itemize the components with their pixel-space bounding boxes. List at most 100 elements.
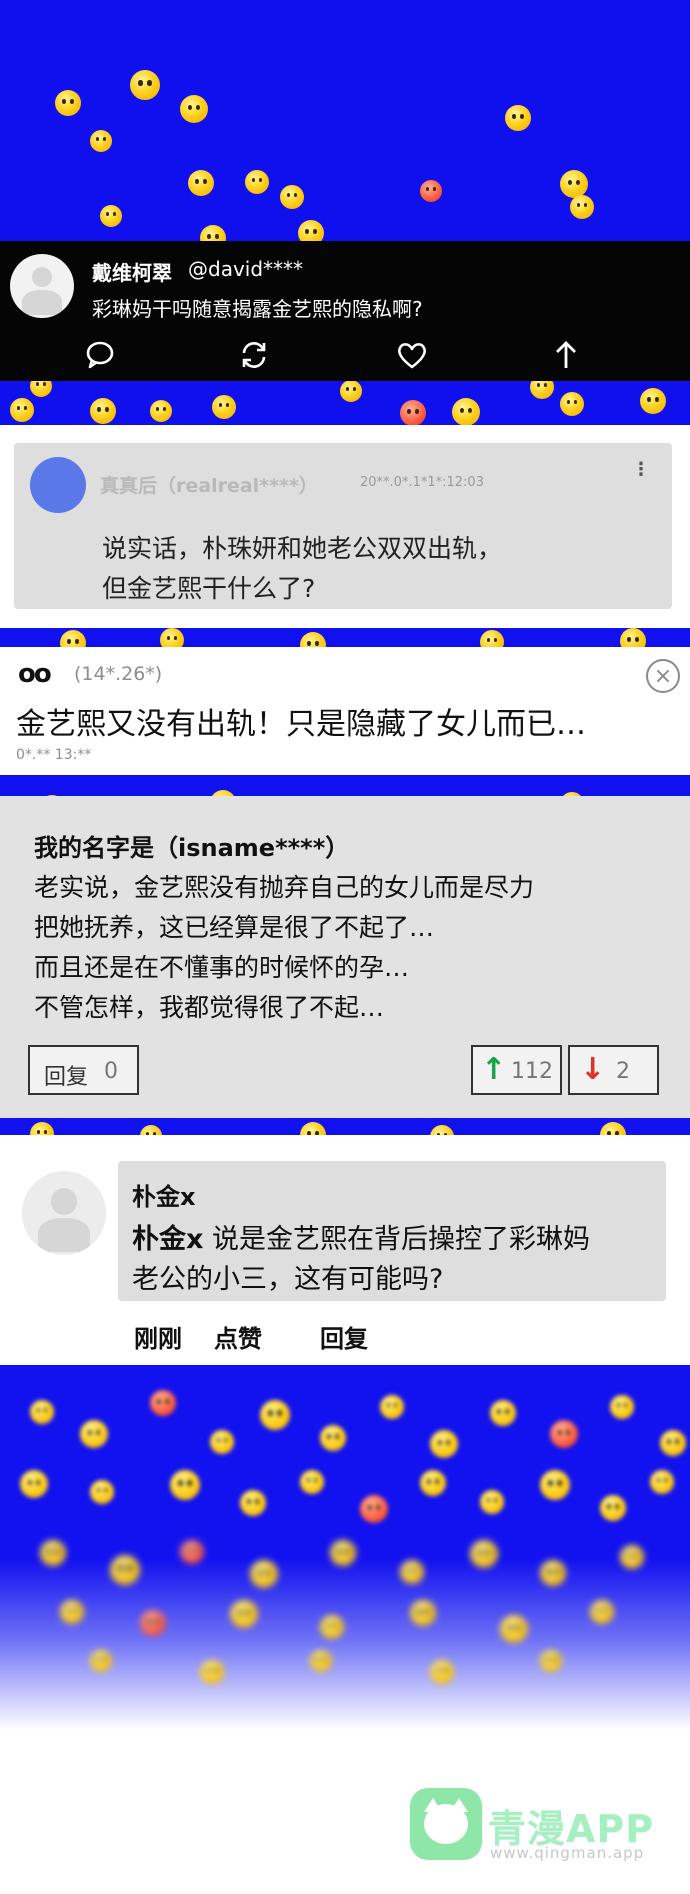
comment-bubble: 朴金x 朴金x 说是金艺熙在背后操控了彩琳妈 老公的小三，这有可能吗? — [118, 1161, 666, 1301]
emoji-icon — [505, 105, 531, 131]
emoji-icon — [30, 1400, 54, 1424]
avatar-head — [31, 266, 53, 288]
comment-text-rest: 说是金艺熙在背后操控了彩琳妈 — [203, 1224, 591, 1255]
repost-icon[interactable] — [236, 337, 272, 373]
comment-text-line: 朴金x 说是金艺熙在背后操控了彩琳妈 — [132, 1217, 590, 1256]
downvote-button[interactable]: ↓ 2 — [568, 1045, 659, 1095]
cat-face — [424, 1804, 468, 1844]
post-text: 彩琳妈干吗随意揭露金艺熙的隐私啊? — [92, 297, 423, 321]
emoji-icon — [330, 1540, 356, 1566]
emoji-icon — [500, 1615, 528, 1643]
emoji-icon — [550, 1420, 578, 1448]
emoji-icon — [110, 1555, 140, 1585]
post-david: 戴维柯翠 @david**** 彩琳妈干吗随意揭露金艺熙的隐私啊? — [0, 241, 690, 381]
post-author-name: 戴维柯翠 — [92, 261, 172, 285]
emoji-icon — [610, 1395, 634, 1419]
emoji-icon — [600, 1495, 626, 1521]
more-options-icon[interactable]: ⋮ — [632, 461, 650, 479]
comment-text-line: 不管怎样，我都觉得很了不起… — [34, 993, 385, 1022]
emoji-icon — [540, 1650, 562, 1672]
emoji-icon — [80, 1420, 108, 1448]
comment-text-line: 老公的小三，这有可能吗? — [132, 1264, 444, 1295]
comment-text-line: 说实话，朴珠妍和她老公双双出轨， — [102, 534, 503, 563]
emoji-icon — [245, 170, 269, 194]
reply-button[interactable]: 回复 — [320, 1319, 368, 1354]
comment-author-name: 朴金x — [132, 1183, 196, 1211]
comment-author-name: 真真后（realreal****） — [100, 475, 318, 497]
emoji-icon — [150, 400, 172, 422]
emoji-icon — [430, 1430, 458, 1458]
emoji-icon — [560, 392, 584, 416]
mentioned-name: 朴金x — [132, 1224, 204, 1255]
emoji-icon — [620, 1545, 644, 1569]
comment-text-line: 把她抚养，这已经算是很了不起了… — [34, 913, 435, 942]
emoji-icon — [540, 1560, 566, 1586]
emoji-icon — [260, 1400, 290, 1430]
emoji-icon — [230, 1600, 258, 1628]
emoji-icon — [100, 205, 122, 227]
watermark-url: www.qingman.app — [490, 1844, 645, 1862]
emoji-icon — [250, 1560, 278, 1588]
cat-logo-icon — [410, 1788, 482, 1860]
comment-author-name: oo — [18, 659, 52, 689]
emoji-icon — [40, 1540, 66, 1566]
emoji-icon — [400, 400, 426, 426]
post-oo: oo (14*.26*) 金艺熙又没有出轨！只是隐藏了女儿而已… 0*.** 1… — [0, 647, 690, 775]
emoji-icon — [320, 1425, 346, 1451]
emoji-icon — [60, 1600, 84, 1624]
emoji-icon — [55, 90, 81, 116]
arrow-down-icon: ↓ — [580, 1052, 606, 1087]
emoji-icon — [180, 1540, 204, 1564]
emoji-icon — [10, 398, 34, 422]
post-realreal: 真真后（realreal****） 20**.0*.1*1*:12:03 ⋮ 说… — [0, 425, 690, 628]
close-icon[interactable]: × — [646, 659, 680, 693]
emoji-icon — [200, 1660, 224, 1684]
upvote-button[interactable]: ↑ 112 — [471, 1045, 562, 1095]
emoji-icon — [360, 1495, 388, 1523]
emoji-icon — [320, 1615, 344, 1639]
comment-text-line: 老实说，金艺熙没有抛弃自己的女儿而是尽力 — [34, 873, 535, 902]
emoji-icon — [300, 1470, 324, 1494]
avatar-body — [22, 289, 62, 316]
emoji-icon — [130, 70, 160, 100]
emoji-icon — [210, 1430, 234, 1454]
emoji-icon — [150, 1390, 176, 1416]
reply-button[interactable]: 回复 0 — [28, 1045, 139, 1095]
like-button[interactable]: 点赞 — [214, 1319, 262, 1354]
avatar[interactable] — [10, 254, 74, 318]
comment-timestamp: 20**.0*.1*1*:12:03 — [360, 475, 484, 490]
downvote-count: 2 — [616, 1059, 630, 1084]
emoji-icon — [140, 1610, 166, 1636]
comment-text: 金艺熙又没有出轨！只是隐藏了女儿而已… — [16, 707, 586, 742]
emoji-icon — [212, 395, 236, 419]
emoji-icon — [90, 130, 112, 152]
avatar-head — [50, 1187, 78, 1215]
emoji-icon — [640, 388, 666, 414]
emoji-icon — [480, 1490, 504, 1514]
post-isname: 我的名字是（isname****） 老实说，金艺熙没有抛弃自己的女儿而是尽力 把… — [0, 796, 690, 1118]
emoji-icon — [380, 1395, 404, 1419]
emoji-icon — [170, 1470, 200, 1500]
avatar[interactable] — [30, 457, 86, 513]
comment-author-name: 我的名字是（isname****） — [34, 834, 350, 862]
emoji-icon — [280, 185, 304, 209]
emoji-icon — [660, 1430, 686, 1456]
emoji-icon — [430, 1660, 454, 1684]
emoji-icon — [470, 1540, 498, 1568]
share-icon[interactable] — [548, 337, 584, 373]
avatar[interactable] — [22, 1171, 106, 1255]
emoji-icon — [90, 1650, 112, 1672]
emoji-icon — [188, 170, 214, 196]
emoji-icon — [420, 1470, 446, 1496]
heart-icon[interactable] — [394, 337, 430, 373]
emoji-icon — [20, 1470, 48, 1498]
emoji-icon — [90, 1480, 114, 1504]
comment-icon[interactable] — [82, 337, 118, 373]
post-park: 朴金x 朴金x 说是金艺熙在背后操控了彩琳妈 老公的小三，这有可能吗? 刚刚 点… — [0, 1135, 690, 1365]
emoji-icon — [452, 398, 480, 426]
avatar-body — [37, 1218, 91, 1252]
comment-text-line: 而且还是在不懂事的时候怀的孕… — [34, 953, 410, 982]
emoji-icon — [540, 1470, 570, 1500]
post-author-handle: @david**** — [188, 257, 304, 281]
emoji-icon — [570, 195, 594, 219]
